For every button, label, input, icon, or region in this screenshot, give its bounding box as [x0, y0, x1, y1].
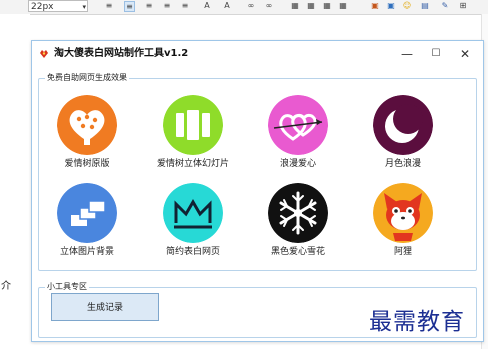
table-row-icon[interactable]: ▦ — [306, 1, 316, 11]
feature-3d-background[interactable]: 立体图片背景 — [37, 183, 137, 293]
font-increase-icon[interactable]: A — [202, 1, 212, 11]
snowflake-icon[interactable] — [268, 183, 328, 243]
table-cell-icon[interactable]: ▦ — [338, 1, 348, 11]
tree-heart-icon[interactable] — [57, 95, 117, 155]
table-icon[interactable]: ▦ — [290, 1, 300, 11]
feature-label: 爱情树原版 — [64, 159, 110, 169]
app-logo-icon — [40, 50, 48, 58]
generate-record-button[interactable]: 生成记录 — [51, 293, 159, 321]
feature-label: 爱情树立体幻灯片 — [156, 159, 229, 169]
crown-icon[interactable] — [163, 183, 223, 243]
slideshow-icon[interactable] — [163, 95, 223, 155]
feature-label: 阿狸 — [393, 247, 412, 257]
feature-label: 简约表白网页 — [165, 247, 220, 257]
fox-icon[interactable] — [373, 183, 433, 243]
image-icon[interactable]: ▣ — [370, 1, 380, 11]
align-left-icon[interactable]: ≡ — [124, 1, 135, 12]
window-title: 淘大傻表白网站制作工具v1.2 — [54, 48, 189, 59]
features-group: 免费自助网页生成效果 爱情树原版 爱情树立体幻灯片 浪漫爱心 月色浪漫 立体图片… — [38, 72, 477, 271]
moon-icon[interactable] — [373, 95, 433, 155]
tools-group-label: 小工具专区 — [45, 281, 89, 293]
attachment-icon[interactable]: ✎ — [440, 1, 450, 11]
align-right-icon[interactable]: ≡ — [162, 1, 172, 11]
link-icon[interactable]: ∞ — [246, 1, 256, 11]
align-center-icon[interactable]: ≡ — [144, 1, 154, 11]
watermark-text: 最需教育 — [369, 309, 465, 335]
font-decrease-icon[interactable]: A — [222, 1, 232, 11]
app-window: 淘大傻表白网站制作工具v1.2 — ☐ ✕ 免费自助网页生成效果 爱情树原版 爱… — [31, 40, 484, 342]
font-size-value: 22px — [31, 2, 54, 12]
feature-label: 立体图片背景 — [59, 247, 114, 257]
heart-arrow-icon[interactable] — [268, 95, 328, 155]
editor-side-text: 介 — [1, 281, 11, 292]
title-bar[interactable]: 淘大傻表白网站制作工具v1.2 — ☐ ✕ — [32, 41, 483, 67]
feature-label: 月色浪漫 — [384, 159, 421, 169]
unlink-icon[interactable]: ∞ — [264, 1, 274, 11]
feature-ali-fox[interactable]: 阿狸 — [353, 183, 453, 293]
features-group-label: 免费自助网页生成效果 — [45, 72, 129, 84]
media-icon[interactable]: ▣ — [386, 1, 396, 11]
file-icon[interactable]: ▤ — [420, 1, 430, 11]
maximize-button[interactable]: ☐ — [426, 45, 446, 63]
code-icon[interactable]: ⊞ — [458, 1, 468, 11]
editor-toolbar: 22px ▾ ≡ ≡ ≡ ≡ ≡ A A ∞ ∞ ▦ ▦ ▦ ▦ ▣ ▣ ☺ ▤… — [0, 0, 488, 15]
align-justify-icon[interactable]: ≡ — [180, 1, 190, 11]
minimize-button[interactable]: — — [397, 45, 417, 63]
cards-icon[interactable] — [57, 183, 117, 243]
paragraph-icon[interactable]: ≡ — [104, 1, 114, 11]
table-col-icon[interactable]: ▦ — [322, 1, 332, 11]
font-size-select[interactable]: 22px ▾ — [28, 0, 88, 12]
chevron-down-icon: ▾ — [82, 3, 86, 11]
feature-label: 黑色爱心雪花 — [270, 247, 325, 257]
editor-left-gutter: 介 — [0, 14, 30, 349]
feature-label: 浪漫爱心 — [279, 159, 316, 169]
close-button[interactable]: ✕ — [455, 45, 475, 63]
feature-black-snowflake[interactable]: 黑色爱心雪花 — [248, 183, 348, 293]
feature-simple-page[interactable]: 简约表白网页 — [143, 183, 243, 293]
emoji-icon[interactable]: ☺ — [402, 1, 412, 11]
